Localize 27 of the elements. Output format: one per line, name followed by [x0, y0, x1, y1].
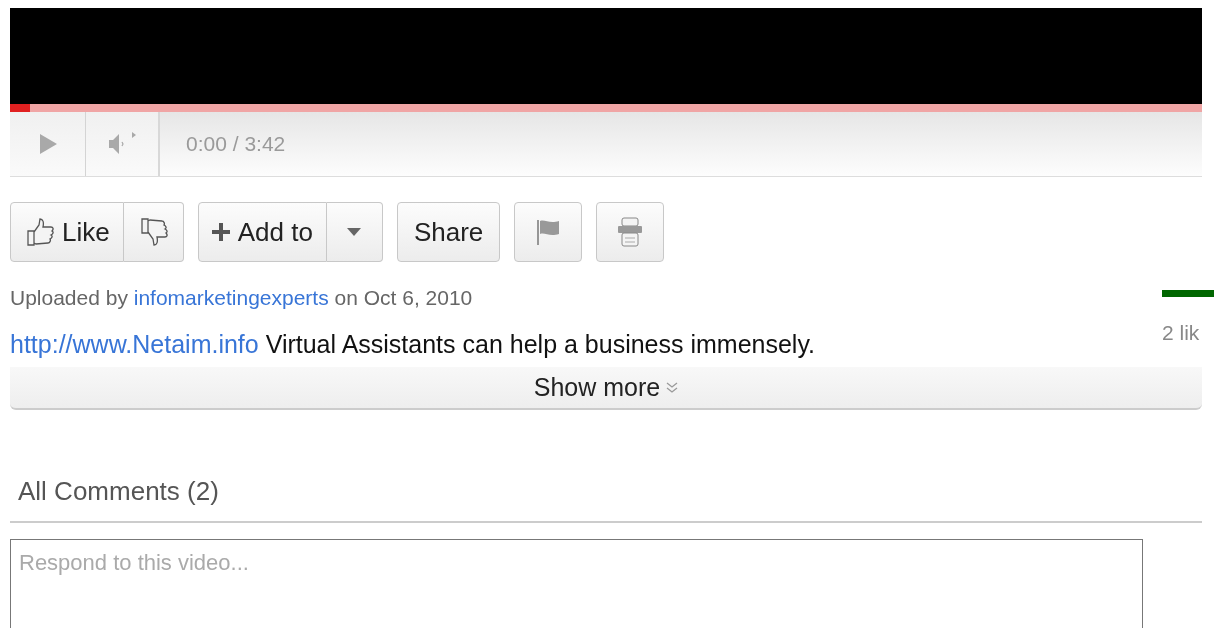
thumbs-up-icon — [24, 217, 54, 247]
progress-track[interactable] — [10, 104, 1202, 112]
caret-icon — [347, 228, 362, 236]
comment-field[interactable]: Respond to this video... — [10, 539, 1143, 628]
dropdown-button[interactable] — [326, 202, 383, 262]
share-button[interactable]: Share — [396, 202, 501, 262]
flag-icon — [535, 219, 562, 245]
like-button[interactable]: Like — [10, 202, 124, 262]
time-display: 0:00 / 3:42 — [186, 132, 286, 156]
print-button[interactable] — [596, 202, 665, 262]
likes-count: 2 lik — [1162, 321, 1201, 345]
video-description: http://www.Netaim.info Virtual Assistants can help a business immensely. — [10, 330, 816, 360]
plus-icon — [211, 223, 230, 241]
printer-icon — [617, 217, 644, 247]
thumbs-down-icon — [138, 217, 169, 247]
description-link[interactable]: http://www.Netaim.info — [10, 330, 259, 358]
upload-info: Uploaded by infomarketingexperts on Oct 6, 2010 — [10, 286, 474, 311]
volume-button[interactable] — [86, 112, 160, 176]
add-to-button[interactable]: Add to — [197, 202, 327, 262]
play-button[interactable] — [10, 112, 86, 176]
dislike-button[interactable] — [123, 202, 184, 262]
channel-link[interactable]: infomarketingexperts — [133, 286, 329, 309]
show-more-button[interactable]: Show more — [10, 367, 1202, 410]
double-chevron-icon — [666, 381, 679, 394]
flag-button[interactable] — [514, 202, 583, 262]
play-icon — [37, 133, 58, 155]
comments-heading: All Comments (2) — [10, 476, 1202, 523]
